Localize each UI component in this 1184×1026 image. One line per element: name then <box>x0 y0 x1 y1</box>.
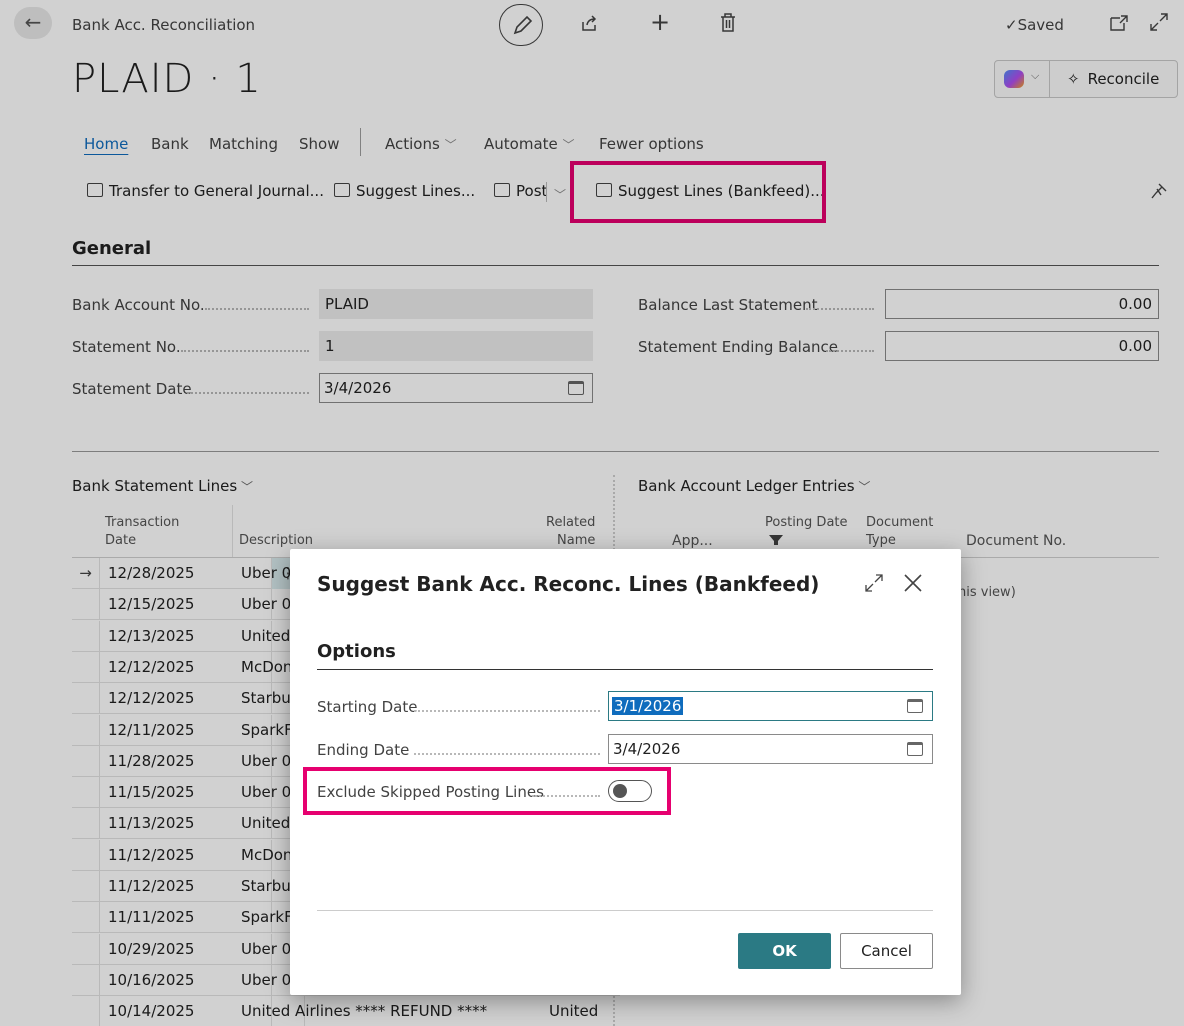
options-section-title: Options <box>317 641 396 662</box>
suggest-lines-dialog: Suggest Bank Acc. Reconc. Lines (Bankfee… <box>290 549 961 995</box>
calendar-icon[interactable] <box>907 742 923 756</box>
close-icon[interactable] <box>903 573 923 593</box>
dialog-title: Suggest Bank Acc. Reconc. Lines (Bankfee… <box>317 572 820 596</box>
starting-date-label: Starting Date <box>317 698 418 716</box>
calendar-icon[interactable] <box>907 699 923 713</box>
ending-date-field[interactable]: 3/4/2026 <box>608 734 933 764</box>
leader-dots <box>414 753 600 755</box>
starting-date-field[interactable]: 3/1/2026 <box>608 691 933 721</box>
highlight-box-exclude <box>303 767 671 815</box>
ok-button[interactable]: OK <box>738 933 831 969</box>
ending-date-label: Ending Date <box>317 741 410 759</box>
footer-divider <box>317 910 933 911</box>
expand-icon[interactable] <box>865 574 883 592</box>
leader-dots <box>414 710 600 712</box>
options-divider <box>317 669 933 670</box>
cancel-button[interactable]: Cancel <box>840 933 933 969</box>
